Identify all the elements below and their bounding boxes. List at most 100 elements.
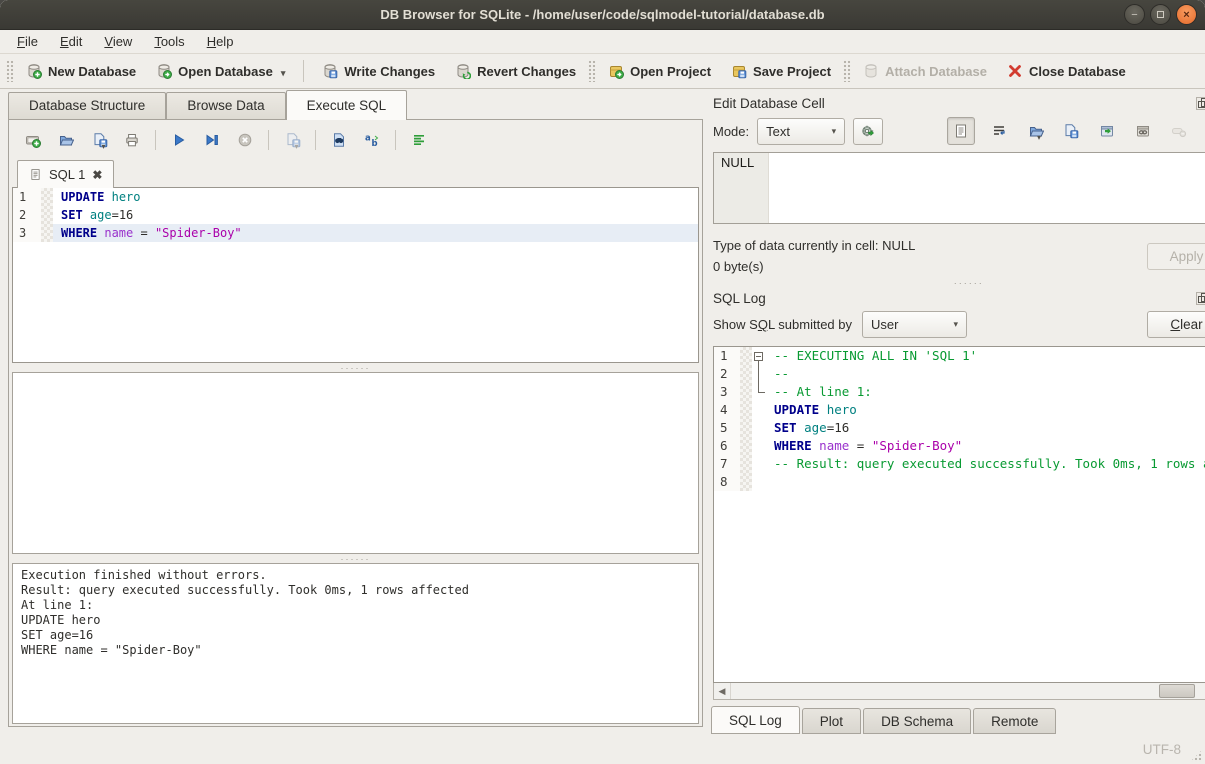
- menu-file[interactable]: File: [8, 32, 47, 51]
- clear-log-button[interactable]: Clear: [1147, 311, 1205, 338]
- float-dock-button[interactable]: [1196, 292, 1205, 305]
- toolbar-handle[interactable]: [843, 60, 851, 82]
- open-file-icon: [58, 132, 74, 148]
- float-dock-button[interactable]: [1196, 97, 1205, 110]
- execute-current-line-button[interactable]: [201, 129, 223, 151]
- toolbar-handle[interactable]: [6, 60, 14, 82]
- save-sql-file-button[interactable]: ▾: [88, 129, 110, 151]
- tab-db-schema[interactable]: DB Schema: [863, 708, 971, 734]
- editor-margin: [740, 365, 752, 383]
- menu-help[interactable]: Help: [198, 32, 243, 51]
- main-toolbar: New Database Open Database ▾ Write Chang…: [0, 54, 1205, 89]
- play-icon: [171, 132, 187, 148]
- toolbar-handle[interactable]: [588, 60, 596, 82]
- sql-log-dock-header: SQL Log ✕: [709, 287, 1205, 309]
- open-database-button[interactable]: Open Database ▾: [146, 58, 295, 84]
- find-icon: [331, 132, 347, 148]
- tab-execute-sql[interactable]: Execute SQL: [286, 90, 408, 120]
- mode-label: Mode:: [713, 124, 749, 139]
- toolbar-separator: [395, 130, 396, 150]
- export-window-icon: [1099, 123, 1115, 139]
- editor-margin: [740, 419, 752, 437]
- close-database-button[interactable]: Close Database: [997, 58, 1136, 84]
- save-data-button[interactable]: [1059, 119, 1083, 143]
- sql-1-tab[interactable]: SQL 1 ✖: [17, 160, 114, 188]
- write-changes-button[interactable]: Write Changes: [312, 58, 445, 84]
- print-icon: [124, 132, 140, 148]
- splitter-handle[interactable]: ······: [709, 278, 1205, 287]
- minimize-icon: −: [1131, 9, 1137, 21]
- message-line: Execution finished without errors.: [21, 568, 690, 583]
- format-sql-icon: [411, 132, 427, 148]
- fold-marker[interactable]: [752, 347, 766, 365]
- code-text: -- Result: query executed successfully. …: [766, 455, 1205, 473]
- find-replace-button[interactable]: [328, 129, 350, 151]
- open-project-button[interactable]: Open Project: [598, 58, 721, 84]
- open-sql-file-button[interactable]: [55, 129, 77, 151]
- fold-margin: [752, 437, 766, 455]
- word-wrap-button[interactable]: [987, 119, 1011, 143]
- apply-button[interactable]: Apply: [1147, 243, 1205, 270]
- sql-log-line: 3-- At line 1:: [714, 383, 1205, 401]
- export-data-button[interactable]: [1095, 119, 1119, 143]
- export-results-button[interactable]: ▾: [281, 129, 303, 151]
- editor-margin: [740, 347, 752, 365]
- sql-log-line: 8: [714, 473, 1205, 491]
- horizontal-scrollbar[interactable]: ◀ ▶: [713, 683, 1205, 700]
- work-area: Database Structure Browse Data Execute S…: [0, 89, 1205, 734]
- text-mode-button[interactable]: [947, 117, 975, 145]
- window-controls: − ×: [1124, 4, 1197, 25]
- auto-completion-button[interactable]: [361, 129, 383, 151]
- tab-plot[interactable]: Plot: [802, 708, 861, 734]
- close-button[interactable]: ×: [1176, 4, 1197, 25]
- tab-remote[interactable]: Remote: [973, 708, 1056, 734]
- titlebar[interactable]: DB Browser for SQLite - /home/user/code/…: [0, 0, 1205, 30]
- new-database-icon: [26, 63, 42, 79]
- close-tab-icon[interactable]: ✖: [92, 168, 102, 182]
- cell-mode-row: Mode: Text ▾ ▾: [709, 114, 1205, 152]
- save-project-button[interactable]: Save Project: [721, 58, 841, 84]
- splitter-handle[interactable]: ······: [12, 363, 699, 372]
- gear-arrow-icon: [860, 123, 876, 139]
- fold-marker: [752, 383, 766, 401]
- format-sql-button[interactable]: [408, 129, 430, 151]
- tab-browse-data[interactable]: Browse Data: [166, 92, 285, 119]
- left-panel: Database Structure Browse Data Execute S…: [0, 89, 703, 734]
- fold-margin: [752, 455, 766, 473]
- revert-changes-button[interactable]: Revert Changes: [445, 58, 586, 84]
- sql-log-line: 1-- EXECUTING ALL IN 'SQL 1': [714, 347, 1205, 365]
- execution-messages[interactable]: Execution finished without errors.Result…: [12, 563, 699, 724]
- auto-switch-mode-button[interactable]: [853, 118, 883, 145]
- menu-view[interactable]: View: [95, 32, 141, 51]
- line-number: 7: [714, 455, 740, 473]
- menu-edit[interactable]: Edit: [51, 32, 91, 51]
- stop-button[interactable]: [234, 129, 256, 151]
- sql-log-editor[interactable]: 1-- EXECUTING ALL IN 'SQL 1'2--3-- At li…: [713, 346, 1205, 683]
- splitter-handle[interactable]: ······: [12, 554, 699, 563]
- right-panel: Edit Database Cell ✕ Mode: Text ▾: [703, 89, 1205, 734]
- print-button[interactable]: [121, 129, 143, 151]
- mode-select[interactable]: Text ▾: [757, 118, 845, 145]
- set-null-button[interactable]: [1167, 119, 1191, 143]
- maximize-button[interactable]: [1150, 4, 1171, 25]
- menu-tools[interactable]: Tools: [145, 32, 193, 51]
- tab-database-structure[interactable]: Database Structure: [8, 92, 166, 119]
- attach-database-icon: [863, 63, 879, 79]
- minimize-button[interactable]: −: [1124, 4, 1145, 25]
- message-line: SET age=16: [21, 628, 690, 643]
- tab-sql-log[interactable]: SQL Log: [711, 706, 800, 734]
- left-arrow-icon[interactable]: ◀: [714, 683, 731, 699]
- sql-editor[interactable]: 1UPDATE hero2SET age=163WHERE name = "Sp…: [12, 187, 699, 363]
- execute-all-button[interactable]: [168, 129, 190, 151]
- scrollbar-thumb[interactable]: [1159, 684, 1195, 698]
- import-data-button[interactable]: ▾: [1023, 119, 1047, 143]
- execute-sql-page: ▾ ▾ SQL 1: [8, 119, 703, 727]
- new-sql-tab-button[interactable]: [22, 129, 44, 151]
- results-grid[interactable]: [12, 372, 699, 554]
- submitted-by-select[interactable]: User ▾: [862, 311, 967, 338]
- cell-value-editor[interactable]: NULL: [713, 152, 1205, 224]
- resize-grip[interactable]: [1190, 749, 1203, 762]
- set-link-button[interactable]: [1131, 119, 1155, 143]
- attach-database-button[interactable]: Attach Database: [853, 58, 997, 84]
- new-database-button[interactable]: New Database: [16, 58, 146, 84]
